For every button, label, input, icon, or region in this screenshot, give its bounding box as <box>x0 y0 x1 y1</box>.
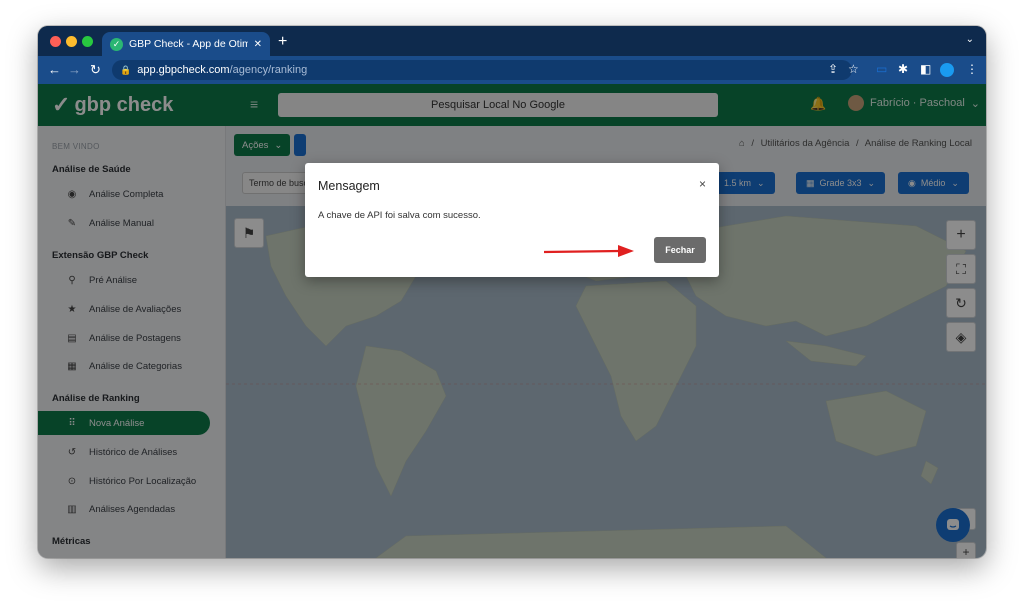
browser-toolbar: ← → ↻ 🔒 app.gbpcheck.com/agency/ranking … <box>38 56 986 84</box>
bookmark-star-icon[interactable]: ☆ <box>848 62 859 76</box>
browser-menu-icon[interactable]: ⋮ <box>966 62 978 76</box>
new-tab-button[interactable]: + <box>278 33 287 51</box>
profile-avatar-icon[interactable] <box>940 63 954 77</box>
forward-arrow-icon[interactable]: → <box>68 62 81 77</box>
url-host: app.gbpcheck.com <box>137 64 230 76</box>
zoom-window-button[interactable] <box>82 36 93 47</box>
url-path: /agency/ranking <box>229 64 308 76</box>
browser-window: ✓ GBP Check - App de Otimizaç ✕ + ⌄ ← → … <box>38 26 986 558</box>
back-arrow-icon[interactable]: ← <box>48 62 61 77</box>
modal-backdrop[interactable] <box>226 84 986 558</box>
browser-tab-active[interactable]: ✓ GBP Check - App de Otimizaç ✕ <box>102 32 270 56</box>
favicon-check-icon: ✓ <box>110 37 123 51</box>
reload-icon[interactable]: ↻ <box>90 62 101 78</box>
modal-backdrop-sidebar[interactable] <box>38 84 226 558</box>
app-root: ✓ gbp check ≡ Pesquisar Local No Google … <box>38 84 986 558</box>
tab-search-chevron-icon[interactable]: ⌄ <box>966 34 974 45</box>
dialog-title: Mensagem <box>318 179 380 193</box>
message-dialog: Mensagem × A chave de API foi salva com … <box>305 163 719 277</box>
puzzle-extensions-icon[interactable]: ✱ <box>898 62 908 76</box>
lock-icon: 🔒 <box>120 64 132 75</box>
tab-close-icon[interactable]: ✕ <box>254 39 262 50</box>
minimize-window-button[interactable] <box>66 36 77 47</box>
tab-title: GBP Check - App de Otimizaç <box>129 38 248 50</box>
address-bar[interactable]: 🔒 app.gbpcheck.com/agency/ranking <box>112 60 852 80</box>
close-window-button[interactable] <box>50 36 61 47</box>
extension-tile-icon[interactable]: ▭ <box>876 62 887 76</box>
annotation-arrow-icon <box>544 245 634 257</box>
share-icon[interactable]: ⇪ <box>828 62 838 76</box>
sidepanel-icon[interactable]: ◧ <box>920 62 931 76</box>
browser-tab-bar: ✓ GBP Check - App de Otimizaç ✕ + ⌄ <box>38 26 986 56</box>
close-icon[interactable]: × <box>699 177 706 191</box>
close-dialog-button[interactable]: Fechar <box>654 237 706 263</box>
dialog-message: A chave de API foi salva com sucesso. <box>318 210 481 221</box>
